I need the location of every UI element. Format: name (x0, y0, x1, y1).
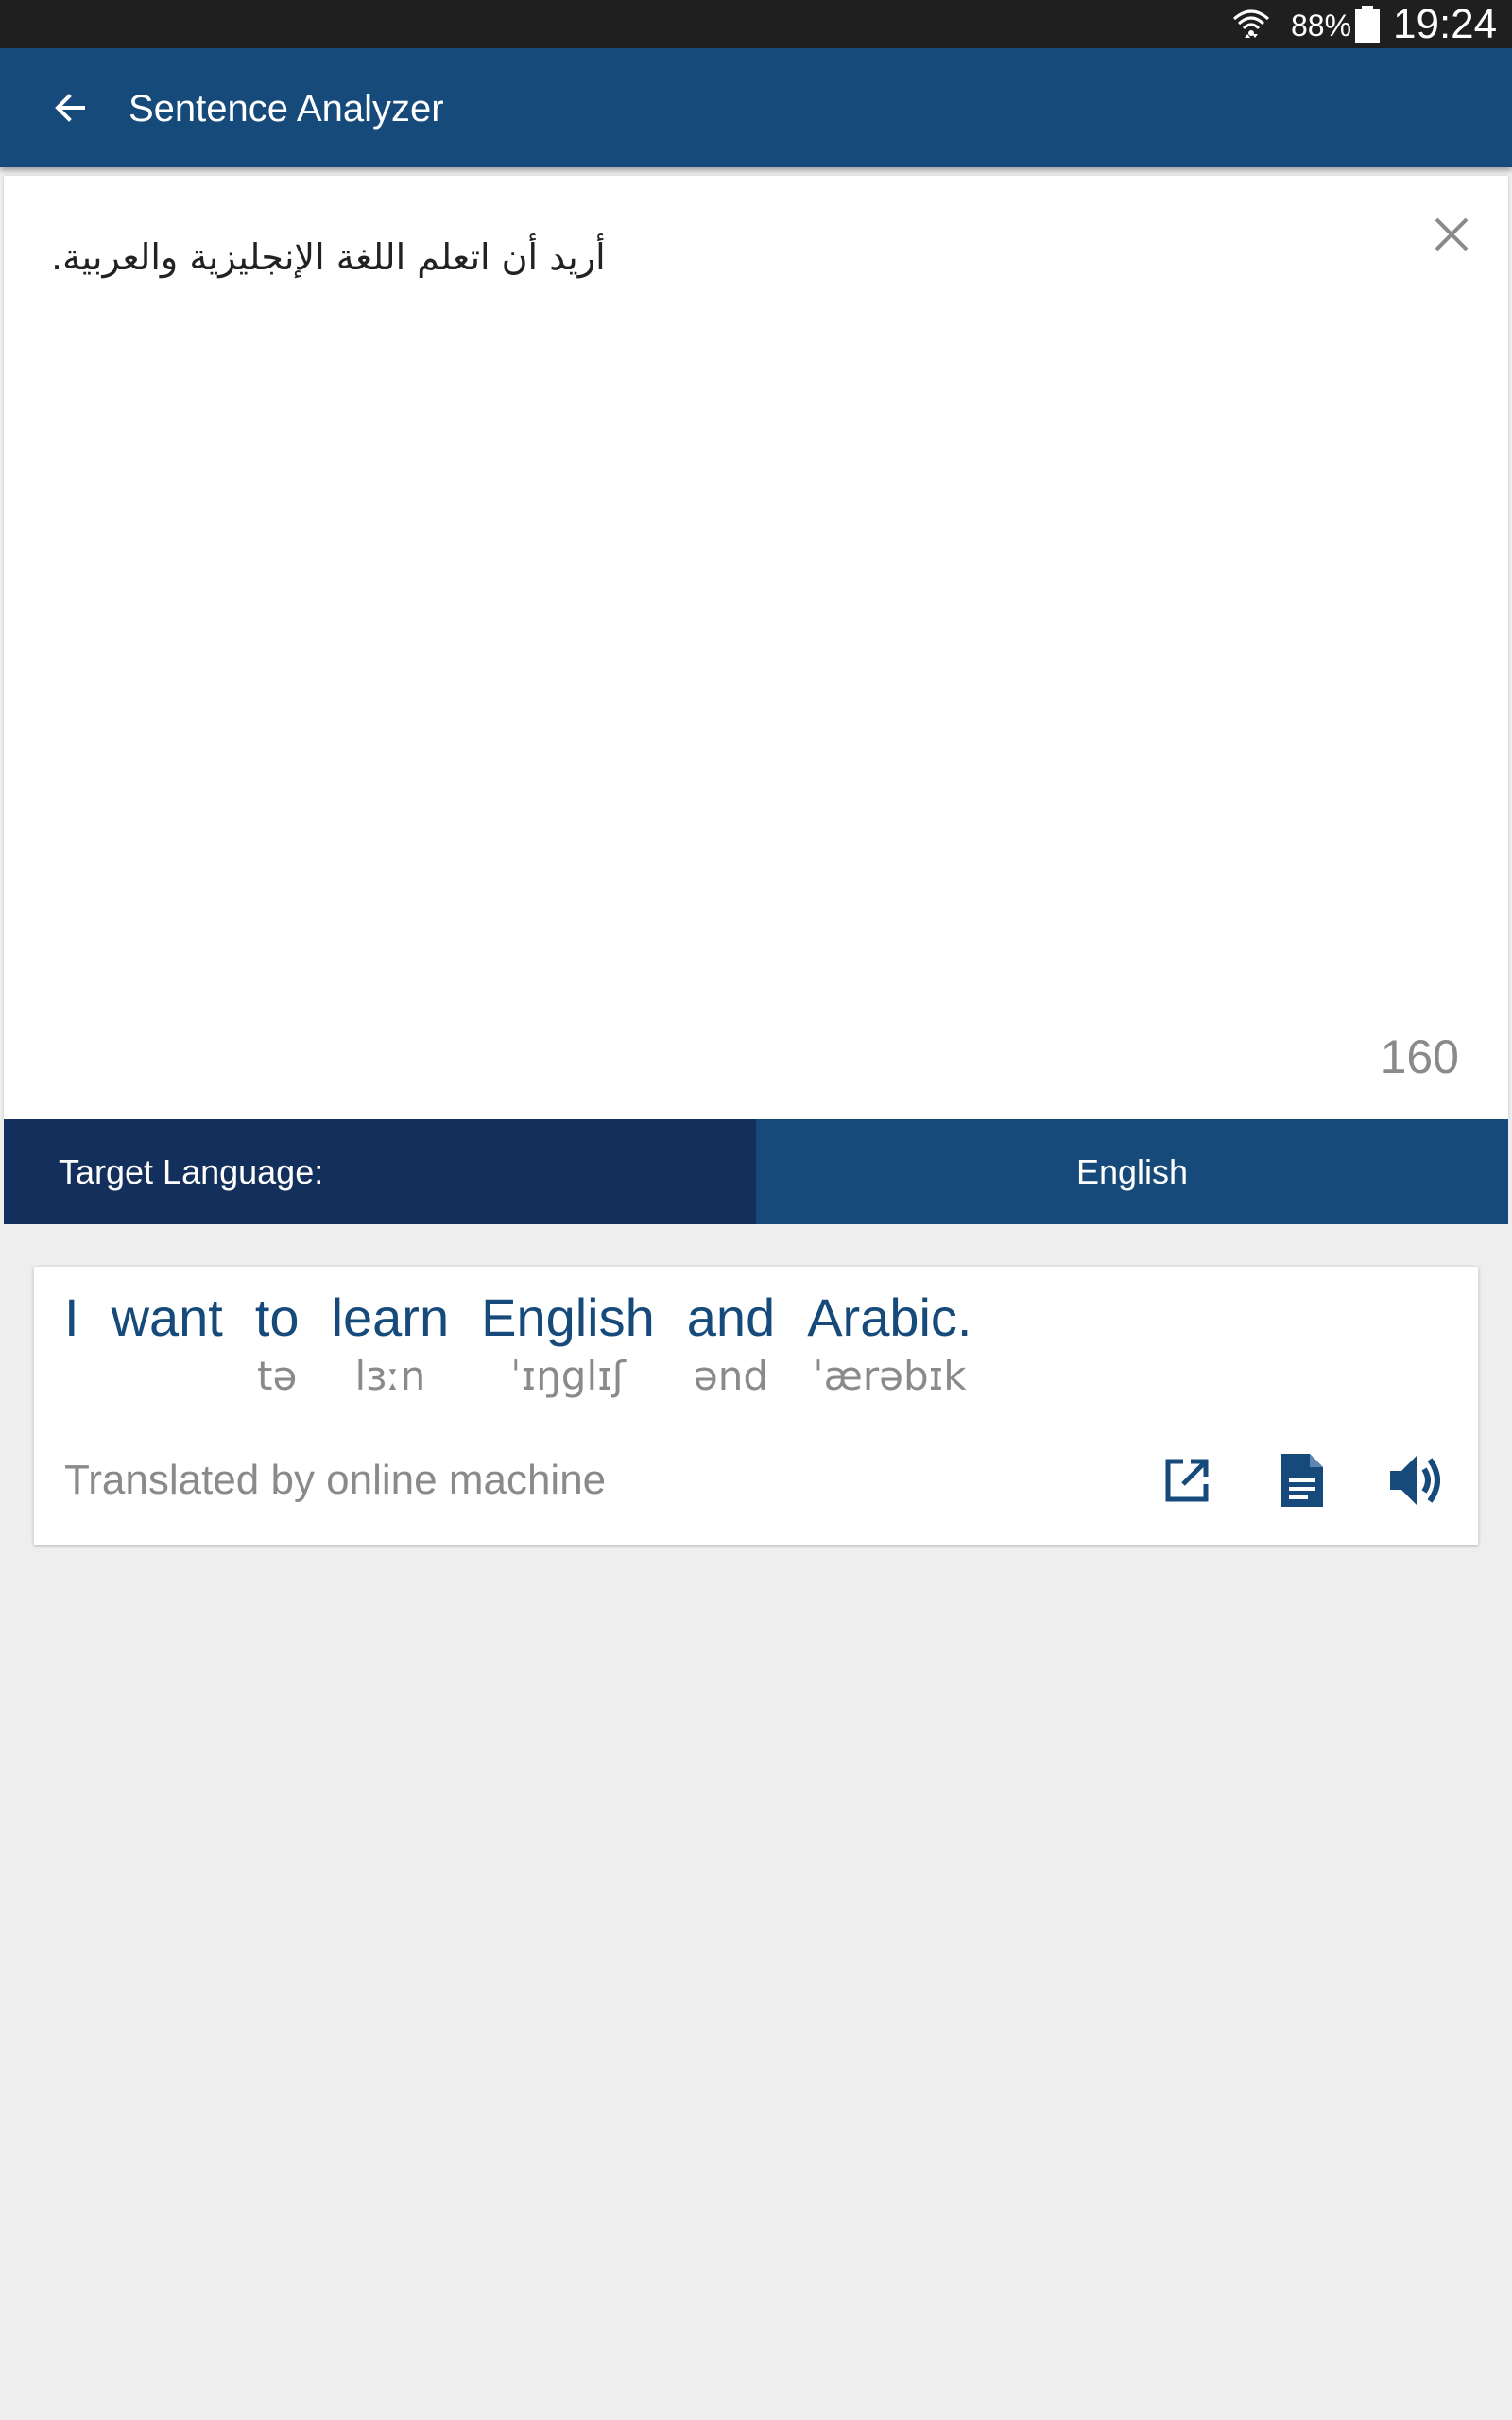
word-text: learn (331, 1288, 450, 1347)
word-item[interactable]: and ənd (687, 1286, 775, 1403)
word-item[interactable]: English ˈɪŋglɪʃ (481, 1286, 655, 1403)
target-language-row: Target Language: English (4, 1119, 1508, 1224)
battery-percent: 88% (1291, 9, 1352, 43)
word-item[interactable]: to tə (255, 1286, 300, 1403)
word-text: and (686, 1288, 776, 1347)
open-external-button[interactable] (1153, 1446, 1221, 1514)
app-bar: Sentence Analyzer (0, 48, 1512, 167)
arrow-left-icon (55, 94, 85, 122)
speak-button[interactable] (1383, 1446, 1452, 1514)
word-text: Arabic. (807, 1288, 972, 1347)
status-bar: 88% 19:24 (0, 0, 1512, 48)
speaker-icon (1390, 1456, 1440, 1505)
word-item[interactable]: Arabic. ˈærəbɪk (807, 1286, 971, 1403)
target-language-label: Target Language: (4, 1119, 756, 1224)
page-title: Sentence Analyzer (129, 88, 444, 130)
translated-words: I want to tə learn lɜːn English ˈɪŋglɪʃ … (64, 1286, 1005, 1403)
target-language-select[interactable]: English (756, 1119, 1508, 1224)
close-icon (1435, 217, 1469, 251)
translation-credit: Translated by online machine (64, 1457, 607, 1503)
open-external-icon (1165, 1459, 1209, 1502)
wifi-icon (1233, 9, 1269, 38)
word-text: English (481, 1288, 655, 1347)
back-button[interactable] (38, 76, 102, 140)
word-text: want (111, 1288, 223, 1347)
document-button[interactable] (1268, 1446, 1336, 1514)
char-count: 160 (1380, 1030, 1459, 1083)
translation-result-card: I want to tə learn lɜːn English ˈɪŋglɪʃ … (34, 1267, 1478, 1545)
word-phonetic: tə (257, 1353, 298, 1399)
word-item[interactable]: I (64, 1286, 79, 1403)
document-icon (1281, 1454, 1323, 1507)
word-phonetic: lɜːn (354, 1353, 426, 1399)
word-phonetic: ənd (693, 1353, 769, 1399)
word-text: to (254, 1288, 300, 1347)
source-text-input[interactable]: أريد أن اتعلم اللغة الإنجليزية والعربية. (51, 229, 1280, 285)
word-phonetic: ˈɪŋglɪʃ (510, 1353, 626, 1399)
source-text-card[interactable]: أريد أن اتعلم اللغة الإنجليزية والعربية.… (4, 176, 1508, 1119)
clock: 19:24 (1393, 1, 1498, 47)
word-text: I (64, 1288, 79, 1347)
word-phonetic: ˈærəbɪk (813, 1353, 967, 1399)
word-item[interactable]: want (112, 1286, 223, 1403)
clear-button[interactable] (1423, 206, 1480, 263)
battery-icon (1355, 6, 1380, 43)
word-item[interactable]: learn lɜːn (332, 1286, 450, 1403)
